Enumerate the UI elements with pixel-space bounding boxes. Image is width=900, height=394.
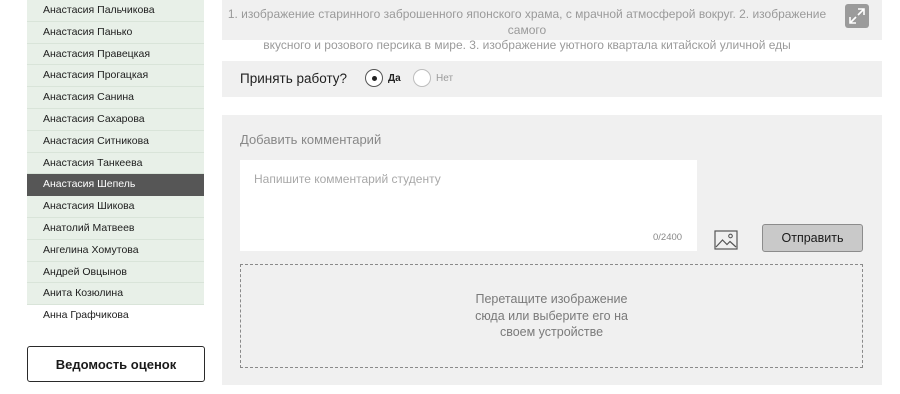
student-list-item[interactable]: Анастасия Танкеева: [27, 152, 204, 175]
accept-no-label: Нет: [436, 72, 454, 84]
sidebar: Анастасия Пальчикова Анастасия Панько Анас…: [0, 0, 222, 394]
task-text-line-1: 1. изображение старинного заброшенного я…: [227, 7, 827, 37]
accept-work-row: Принять работу? Да Нет: [222, 61, 882, 97]
student-list-item[interactable]: Андрей Овцынов: [27, 261, 204, 284]
student-list-item[interactable]: Анастасия Сахарова: [27, 108, 204, 131]
grades-sheet-button[interactable]: Ведомость оценок: [27, 346, 205, 382]
send-button[interactable]: Отправить: [762, 224, 863, 252]
student-list-item[interactable]: Анатолий Матвеев: [27, 217, 204, 240]
image-dropzone[interactable]: Перетащите изображение сюда или выберите…: [240, 264, 863, 368]
accept-yes-label: Да: [388, 72, 401, 84]
student-list-item[interactable]: Анастасия Ситникова: [27, 130, 204, 153]
radio-circle-no[interactable]: [413, 69, 431, 87]
student-list-item[interactable]: Анастасия Правецкая: [27, 43, 204, 66]
char-counter: 0/2400: [653, 232, 683, 243]
image-icon[interactable]: [714, 230, 738, 250]
student-list-item[interactable]: Анна Графчикова: [27, 305, 204, 327]
accept-work-label: Принять работу?: [240, 71, 348, 86]
student-list-item[interactable]: Анастасия Пальчикова: [27, 0, 204, 22]
comment-textarea[interactable]: [240, 160, 697, 251]
student-list-item[interactable]: Анита Козюлина: [27, 283, 204, 306]
student-list-item[interactable]: Анастасия Шикова: [27, 196, 204, 218]
radio-dot: [371, 75, 377, 81]
task-text-line-2: вкусного и розового персика в мире. 3. и…: [263, 38, 791, 52]
expand-icon: [849, 8, 865, 24]
student-list-item[interactable]: Ангелина Хомутова: [27, 239, 204, 262]
task-text: 1. изображение старинного заброшенного я…: [222, 7, 832, 54]
student-list-item[interactable]: Анастасия Панько: [27, 21, 204, 44]
comment-panel: Добавить комментарий 0/2400 Отправить Пе…: [222, 115, 882, 385]
student-list-item[interactable]: Анастасия Шепель: [27, 174, 204, 197]
comment-title: Добавить комментарий: [240, 132, 382, 147]
student-list-item[interactable]: Анастасия Прогацкая: [27, 65, 204, 88]
expand-button[interactable]: [845, 4, 869, 28]
accept-yes-radio[interactable]: Да: [365, 69, 401, 87]
dropzone-text: Перетащите изображение сюда или выберите…: [475, 292, 628, 340]
task-description: 1. изображение старинного заброшенного я…: [222, 0, 882, 52]
radio-circle-yes[interactable]: [365, 69, 383, 87]
accept-no-radio[interactable]: Нет: [413, 69, 453, 87]
student-list: Анастасия Пальчикова Анастасия Панько Анас…: [27, 0, 204, 327]
student-list-item[interactable]: Анастасия Санина: [27, 87, 204, 109]
